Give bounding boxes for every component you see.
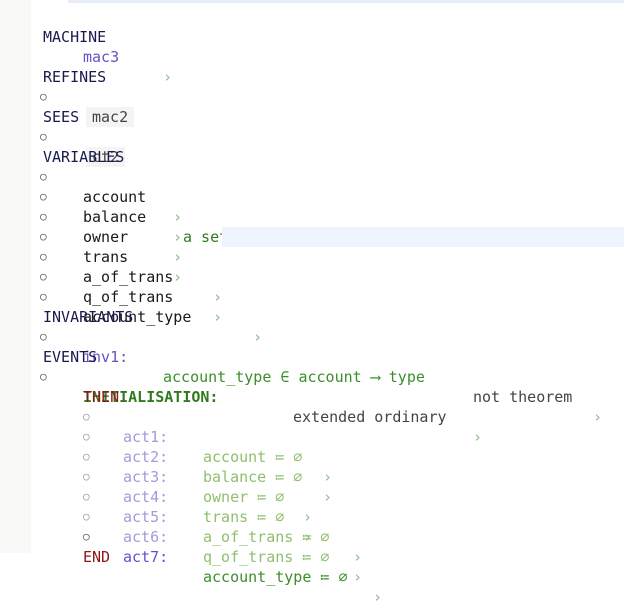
- invariant-theorem-flag[interactable]: not theorem: [473, 387, 572, 407]
- bullet-icon: ○: [40, 230, 47, 243]
- variable-row[interactable]: ○ a_of_trans ›: [0, 227, 222, 306]
- variable-name[interactable]: q_of_trans: [83, 287, 173, 307]
- variable-row[interactable]: ○ owner ›: [0, 187, 182, 266]
- action-expression[interactable]: owner ≔ ∅: [203, 487, 284, 507]
- action-row[interactable]: ○ act1: account ≔ ∅ ›: [0, 387, 332, 486]
- variable-row[interactable]: ○ account_type ›: [0, 267, 262, 346]
- action-row[interactable]: ○ act3: owner ≔ ∅ ›: [0, 427, 312, 526]
- comment-hint-icon[interactable]: ›: [593, 407, 602, 427]
- comment-hint-icon[interactable]: ›: [323, 467, 332, 487]
- current-line-highlight: [222, 227, 624, 247]
- bullet-icon: ○: [83, 510, 90, 523]
- variable-row[interactable]: ○ q_of_trans ›: [0, 247, 222, 326]
- refined-machine-name[interactable]: mac2: [86, 107, 135, 127]
- comment-hint-icon[interactable]: ›: [213, 307, 222, 327]
- bullet-icon: ○: [83, 410, 90, 423]
- bullet-icon: ○: [40, 250, 47, 263]
- then-keyword: THEN: [83, 388, 120, 406]
- comment-hint-icon[interactable]: ›: [173, 247, 182, 267]
- action-expression[interactable]: a_of_trans ≔ ∅: [203, 527, 329, 547]
- event-row[interactable]: ○ INITIALISATION: extended ordinary ›: [0, 347, 482, 446]
- comment-hint-icon[interactable]: ›: [323, 487, 332, 507]
- machine-section: MACHINE: [0, 7, 106, 46]
- end-row: END: [0, 527, 110, 566]
- variables-keyword: VARIABLES: [43, 148, 125, 166]
- invariants-keyword: INVARIANTS: [43, 308, 134, 326]
- bullet-icon: ○: [83, 450, 90, 463]
- bullet-icon: ○: [40, 90, 47, 103]
- bullet-icon: ○: [83, 490, 90, 503]
- sees-section: SEES: [0, 87, 79, 126]
- event-modifiers[interactable]: extended ordinary: [293, 407, 447, 427]
- comment-hint-icon[interactable]: ›: [353, 547, 362, 567]
- action-label[interactable]: act7:: [123, 547, 168, 567]
- invariant-row[interactable]: ○ inv1: account_type ∈ account ⟶ type no…: [0, 307, 602, 426]
- machine-name[interactable]: mac3: [83, 47, 119, 67]
- comment-hint-icon[interactable]: ›: [173, 227, 182, 247]
- machine-keyword: MACHINE: [43, 28, 107, 46]
- comment-hint-icon[interactable]: ›: [173, 267, 182, 287]
- action-row[interactable]: ○ act6: q_of_trans ≔ ∅ ›: [0, 487, 362, 586]
- bullet-icon: ○: [83, 530, 90, 543]
- comment-hint-icon[interactable]: ›: [303, 507, 312, 527]
- action-row[interactable]: ○ act4: trans ≔ ∅ ›: [0, 447, 312, 546]
- comment-hint-icon[interactable]: ›: [473, 427, 482, 447]
- bullet-icon: ○: [40, 330, 47, 343]
- bullet-icon: ○: [83, 470, 90, 483]
- action-row[interactable]: ○ act5: a_of_trans ≔ ∅ ›: [0, 467, 362, 566]
- comment-hint-icon[interactable]: ›: [173, 207, 182, 227]
- action-expression[interactable]: account_type ≔ ∅: [203, 567, 348, 587]
- variable-row[interactable]: ○ trans ›: [0, 207, 182, 286]
- variable-name[interactable]: account: [83, 187, 146, 207]
- action-expression[interactable]: balance ≔ ∅: [203, 467, 302, 487]
- events-keyword: EVENTS: [43, 348, 98, 366]
- bullet-icon: ○: [40, 130, 47, 143]
- refines-item[interactable]: ○ mac2: [0, 67, 135, 127]
- comment-hint-icon[interactable]: ›: [353, 567, 362, 587]
- bullet-icon: ○: [40, 270, 47, 283]
- end-keyword: END: [83, 548, 111, 566]
- action-row[interactable]: ○ act7: account_type ≔ ∅ ›: [0, 507, 382, 606]
- comment-hint-icon[interactable]: ›: [163, 67, 172, 87]
- comment-hint-icon[interactable]: ›: [373, 587, 382, 607]
- bullet-icon: ○: [40, 190, 47, 203]
- bullet-icon: ○: [40, 210, 47, 223]
- variable-name[interactable]: balance: [83, 207, 146, 227]
- action-expression[interactable]: q_of_trans ≔ ∅: [203, 547, 329, 567]
- action-label[interactable]: act4:: [123, 487, 168, 507]
- comment-hint-icon[interactable]: ›: [213, 287, 222, 307]
- action-row[interactable]: ○ act2: balance ≔ ∅ ›: [0, 407, 332, 506]
- editor-top-border: [68, 0, 624, 3]
- then-row: THEN: [0, 367, 119, 406]
- sees-keyword: SEES: [43, 108, 80, 126]
- bullet-icon: ○: [40, 370, 47, 383]
- bullet-icon: ○: [40, 170, 47, 183]
- action-label[interactable]: act1:: [123, 427, 168, 447]
- refines-keyword: REFINES: [43, 68, 107, 86]
- refines-section: REFINES: [0, 47, 106, 86]
- comment-hint-icon[interactable]: ›: [253, 327, 262, 347]
- action-label[interactable]: act5:: [123, 507, 168, 527]
- invariant-predicate[interactable]: account_type ∈ account ⟶ type: [163, 367, 425, 387]
- events-section: EVENTS: [0, 327, 97, 366]
- action-expression[interactable]: trans ≔ ∅: [203, 507, 284, 527]
- action-expression[interactable]: account ≔ ∅: [203, 447, 302, 467]
- variable-name[interactable]: trans: [83, 247, 128, 267]
- variable-row[interactable]: ○ account › a set of available accounts: [0, 147, 427, 246]
- bullet-icon: ○: [83, 430, 90, 443]
- variable-name[interactable]: a_of_trans: [83, 267, 173, 287]
- invariants-section: INVARIANTS: [0, 287, 133, 326]
- variable-row[interactable]: ○ balance ›: [0, 167, 182, 246]
- bullet-icon: ○: [40, 290, 47, 303]
- variables-section: VARIABLES: [0, 127, 124, 166]
- action-label[interactable]: act2:: [123, 447, 168, 467]
- variable-name[interactable]: owner: [83, 227, 128, 247]
- machine-name-row[interactable]: mac3 ›: [0, 27, 172, 86]
- action-label[interactable]: act6:: [123, 527, 168, 547]
- sees-item[interactable]: ○ ct2: [0, 107, 126, 167]
- action-label[interactable]: act3:: [123, 467, 168, 487]
